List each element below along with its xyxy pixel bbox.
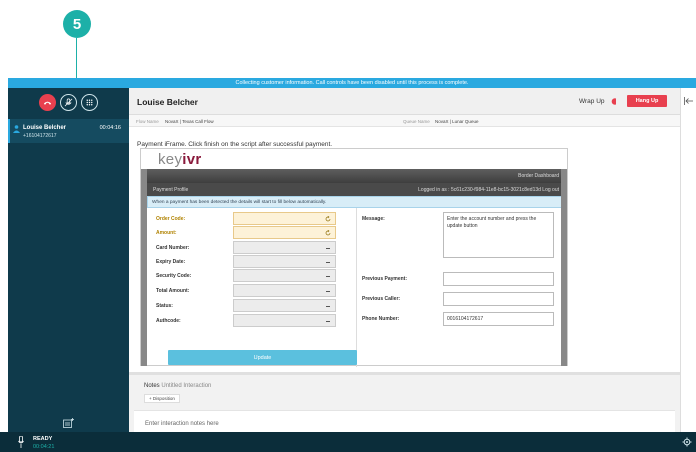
hang-up-button[interactable]: Hang Up: [627, 95, 667, 107]
payment-instruction: Payment iFrame. Click finish on the scri…: [137, 141, 333, 148]
payment-profile-tabs[interactable]: Payment Profile: [153, 187, 188, 193]
keypad-icon: [86, 99, 93, 106]
hangup-phone-icon: [43, 101, 52, 105]
status-bar: READY 00:04:21: [0, 432, 696, 452]
logged-in-info: Logged in as : 5c61c230-f984-11e8-bc15-3…: [418, 187, 559, 193]
status-timer: 00:04:21: [33, 444, 55, 450]
notes-panel: Notes Untitled Interaction + Disposition…: [129, 375, 680, 432]
payment-nav: Payment Profile Logged in as : 5c61c230-…: [147, 183, 563, 196]
gear-icon[interactable]: [682, 437, 692, 447]
card-number-row: Card Number:: [156, 241, 351, 255]
hangup-phone-button[interactable]: [39, 94, 56, 111]
mute-icon: [64, 98, 73, 107]
keyivr-logo: keyivr: [158, 151, 202, 168]
notes-input[interactable]: Enter interaction notes here: [134, 410, 675, 432]
active-contact[interactable]: Louise Belcher +16104172617 00:04:16: [8, 119, 129, 143]
previous-payment-row: Previous Payment:: [362, 272, 562, 286]
queue-name-value: NovaX | Lunar Queue: [435, 119, 479, 124]
amount-row: Amount:: [156, 226, 351, 240]
total-amount-field[interactable]: [233, 284, 336, 297]
flow-name-value: NovaX | Texas Call Flow: [165, 119, 214, 124]
interaction-header: Louise Belcher Wrap Up Hang Up: [129, 88, 680, 115]
mute-button[interactable]: [60, 94, 77, 111]
refresh-icon: [325, 230, 331, 236]
interaction-info: Flow Name NovaX | Texas Call Flow Queue …: [129, 115, 680, 127]
dashboard-link[interactable]: Border Dashboard: [518, 173, 559, 179]
person-icon: [13, 125, 20, 133]
notes-heading: Notes Untitled Interaction: [144, 383, 212, 389]
order-code-field[interactable]: [233, 212, 336, 225]
main-panel: Louise Belcher Wrap Up Hang Up Flow Name…: [129, 88, 680, 432]
flow-name-label: Flow Name: [136, 119, 159, 124]
phone-number-field[interactable]: 0016104172617: [443, 312, 554, 326]
security-code-row: Security Code:: [156, 269, 351, 283]
previous-payment-field[interactable]: [443, 272, 554, 286]
authcode-row: Authcode:: [156, 314, 351, 328]
amount-field[interactable]: [233, 226, 336, 239]
wrap-up-label: Wrap Up: [579, 98, 605, 105]
disposition-button[interactable]: + Disposition: [144, 394, 180, 403]
contact-phone: +16104172617: [23, 133, 57, 139]
agent-status[interactable]: READY: [33, 436, 52, 442]
collapse-icon[interactable]: [684, 97, 693, 105]
status-row: Status:: [156, 299, 351, 313]
expiry-date-row: Expiry Date:: [156, 255, 351, 269]
queue-name-label: Queue Name: [403, 119, 430, 124]
previous-caller-field[interactable]: [443, 292, 554, 306]
security-code-field[interactable]: [233, 269, 336, 282]
keypad-button[interactable]: [81, 94, 98, 111]
payment-iframe: keyivr Border Dashboard Payment Profile …: [140, 148, 568, 367]
payment-fields: Order Code: Amount: Card Number: Expiry …: [147, 208, 357, 367]
wrap-up-toggle[interactable]: [611, 98, 617, 105]
previous-caller-row: Previous Caller:: [362, 292, 562, 306]
dashboard-bar: Border Dashboard: [147, 169, 563, 183]
caller-fields: Message: Enter the account number and pr…: [358, 208, 563, 367]
iframe-scrollbar[interactable]: [561, 169, 567, 366]
order-code-row: Order Code:: [156, 212, 351, 226]
payment-notice: When a payment has been detected the det…: [147, 196, 563, 208]
status-banner: Collecting customer information. Call co…: [8, 78, 696, 88]
iframe-border-left: [141, 169, 147, 366]
message-textarea[interactable]: Enter the account number and press the u…: [443, 212, 554, 258]
refresh-icon: [325, 216, 331, 222]
contact-name: Louise Belcher: [23, 125, 67, 131]
microphone-icon: [18, 436, 24, 448]
page-title: Louise Belcher: [137, 97, 198, 107]
card-number-field[interactable]: [233, 241, 336, 254]
message-row: Message: Enter the account number and pr…: [362, 212, 562, 262]
step-badge: 5: [63, 10, 91, 38]
contact-timer: 00:04:16: [99, 125, 121, 131]
authcode-field[interactable]: [233, 314, 336, 327]
total-amount-row: Total Amount:: [156, 284, 351, 298]
update-button[interactable]: Update: [168, 350, 357, 365]
expiry-date-field[interactable]: [233, 255, 336, 268]
right-rail: [680, 88, 696, 432]
add-note-icon[interactable]: [63, 418, 74, 428]
status-field[interactable]: [233, 299, 336, 312]
sidebar: Louise Belcher +16104172617 00:04:16: [8, 88, 129, 432]
phone-number-row: Phone Number: 0016104172617: [362, 312, 562, 326]
